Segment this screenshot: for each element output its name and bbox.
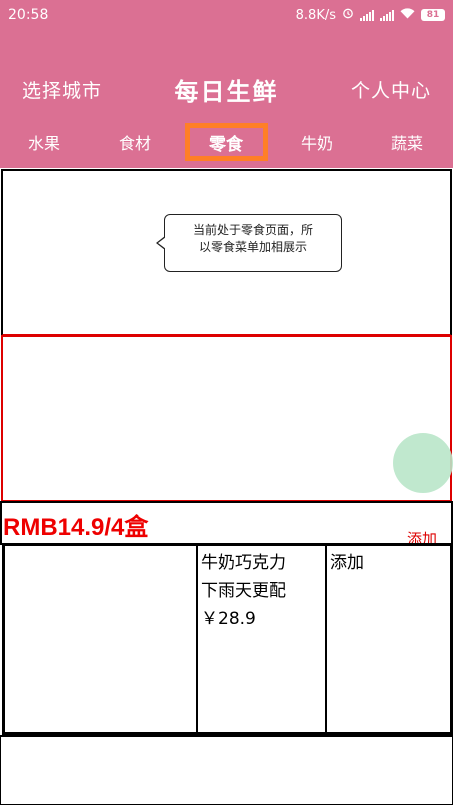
status-icons: 8.8K/s 81 — [296, 7, 445, 23]
title-bar: 选择城市 每日生鲜 个人中心 — [0, 64, 453, 108]
product-add-label: 添加 — [330, 553, 364, 573]
alarm-icon — [342, 7, 354, 23]
product-add-button[interactable]: 添加 — [327, 546, 453, 732]
active-tab-highlight — [185, 123, 268, 161]
bottom-panel — [0, 735, 453, 805]
network-speed: 8.8K/s — [295, 7, 336, 23]
tab-ingredients[interactable]: 食材 — [119, 130, 151, 154]
signal-icon — [380, 9, 394, 21]
tooltip-line: 以零食菜单加相展示 — [198, 240, 307, 254]
product-row: 牛奶巧克力 下雨天更配 ￥28.9 添加 — [2, 543, 453, 735]
product-price: ￥28.9 — [201, 609, 256, 629]
price-label: RMB14.9/4盒 — [3, 514, 149, 541]
tab-fruit[interactable]: 水果 — [28, 130, 60, 154]
tooltip: 当前处于零食页面，所 以零食菜单加相展示 — [156, 214, 342, 272]
product-info: 牛奶巧克力 下雨天更配 ￥28.9 — [198, 546, 327, 732]
status-bar: 20:58 8.8K/s 81 — [0, 0, 453, 30]
product-description: 下雨天更配 — [201, 581, 286, 601]
content-panel — [1, 335, 452, 502]
tab-vegetables[interactable]: 蔬菜 — [391, 130, 423, 154]
status-time: 20:58 — [8, 7, 49, 23]
signal-icon — [360, 9, 374, 21]
product-name: 牛奶巧克力 — [201, 553, 286, 573]
product-image — [5, 546, 198, 732]
battery-icon: 81 — [421, 9, 445, 21]
tab-milk[interactable]: 牛奶 — [301, 130, 333, 154]
wifi-icon — [400, 7, 415, 23]
profile-button[interactable]: 个人中心 — [351, 76, 431, 103]
tooltip-line: 当前处于零食页面，所 — [192, 223, 313, 237]
floating-action-button[interactable] — [393, 433, 453, 493]
